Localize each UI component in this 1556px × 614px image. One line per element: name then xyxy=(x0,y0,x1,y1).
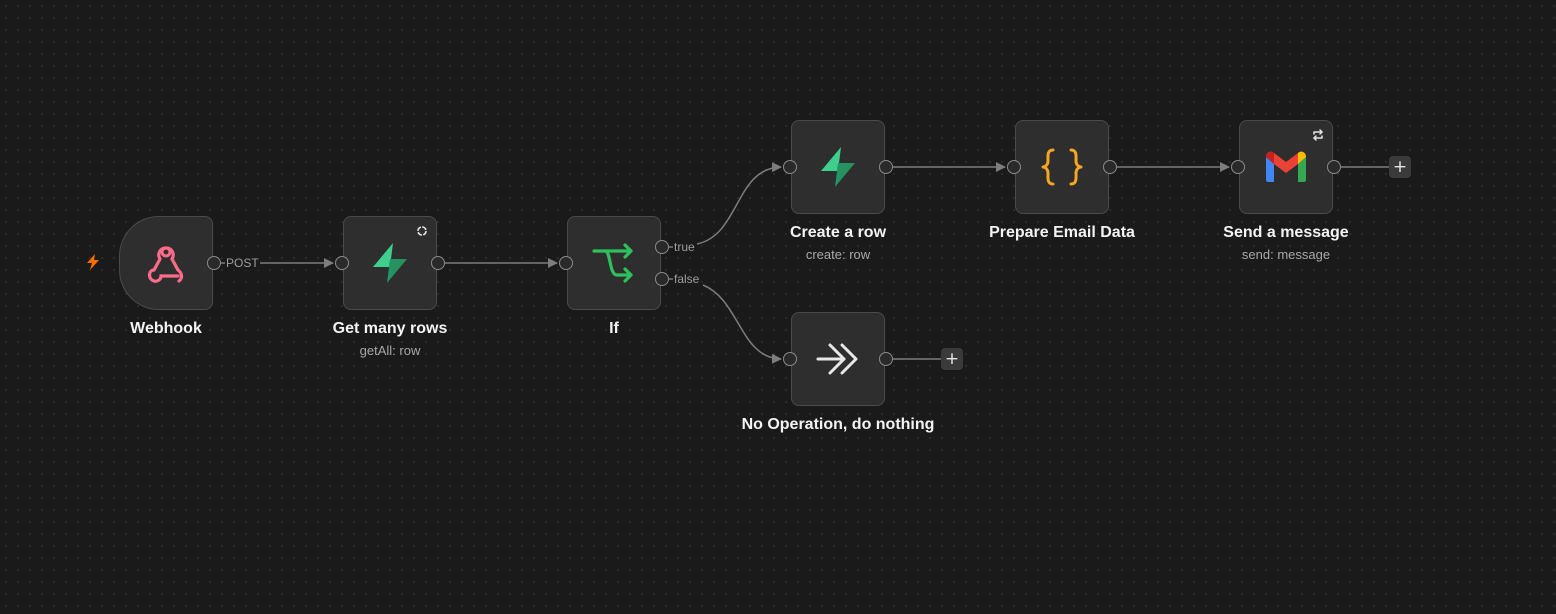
node-get-many-rows[interactable] xyxy=(343,216,437,310)
node-create-row-title: Create a row xyxy=(789,224,887,241)
chevrons-right-icon xyxy=(816,343,858,375)
prepare-email-input-handle[interactable] xyxy=(1007,160,1021,174)
get-many-rows-input-handle[interactable] xyxy=(335,256,349,270)
if-false-output-handle[interactable] xyxy=(655,272,669,286)
gmail-icon xyxy=(1266,151,1306,182)
prepare-email-output-handle[interactable] xyxy=(1103,160,1117,174)
sync-icon xyxy=(1313,129,1323,141)
node-send-message-title: Send a message xyxy=(1223,224,1349,241)
webhook-icon xyxy=(147,246,184,283)
node-no-operation[interactable] xyxy=(791,312,885,406)
node-send-message-subtitle: send: message xyxy=(1241,247,1331,262)
if-branch-icon xyxy=(592,243,633,283)
send-message-input-handle[interactable] xyxy=(1231,160,1245,174)
send-message-output-handle[interactable] xyxy=(1327,160,1341,174)
trigger-bolt-icon xyxy=(87,254,99,270)
node-if-title: If xyxy=(609,320,619,337)
node-send-message[interactable] xyxy=(1239,120,1333,214)
webhook-output-handle[interactable] xyxy=(207,256,221,270)
workflow-connections xyxy=(221,0,1389,614)
node-no-operation-title: No Operation, do nothing xyxy=(741,416,935,433)
node-create-row-subtitle: create: row xyxy=(805,247,871,262)
if-false-label: false xyxy=(673,272,701,286)
if-true-label: true xyxy=(673,240,696,254)
node-prepare-email-data[interactable] xyxy=(1015,120,1109,214)
create-row-output-handle[interactable] xyxy=(879,160,893,174)
supabase-icon xyxy=(373,243,407,283)
add-node-after-send-message-button[interactable]: + xyxy=(1389,156,1411,178)
create-row-input-handle[interactable] xyxy=(783,160,797,174)
refresh-icon xyxy=(417,226,427,236)
if-true-output-handle[interactable] xyxy=(655,240,669,254)
if-input-handle[interactable] xyxy=(559,256,573,270)
add-node-after-no-op-button[interactable]: + xyxy=(941,348,963,370)
node-webhook[interactable] xyxy=(119,216,213,310)
get-many-rows-output-handle[interactable] xyxy=(431,256,445,270)
node-get-many-rows-subtitle: getAll: row xyxy=(359,343,421,358)
webhook-output-label: POST xyxy=(225,256,260,270)
no-op-output-handle[interactable] xyxy=(879,352,893,366)
no-op-input-handle[interactable] xyxy=(783,352,797,366)
edge-if-false-to-no-op[interactable] xyxy=(669,278,781,359)
node-if[interactable] xyxy=(567,216,661,310)
node-webhook-title: Webhook xyxy=(130,320,202,337)
code-braces-icon xyxy=(1041,148,1083,186)
node-prepare-email-data-title: Prepare Email Data xyxy=(989,224,1135,241)
supabase-icon xyxy=(821,147,855,187)
node-get-many-rows-title: Get many rows xyxy=(332,320,448,337)
node-create-row[interactable] xyxy=(791,120,885,214)
